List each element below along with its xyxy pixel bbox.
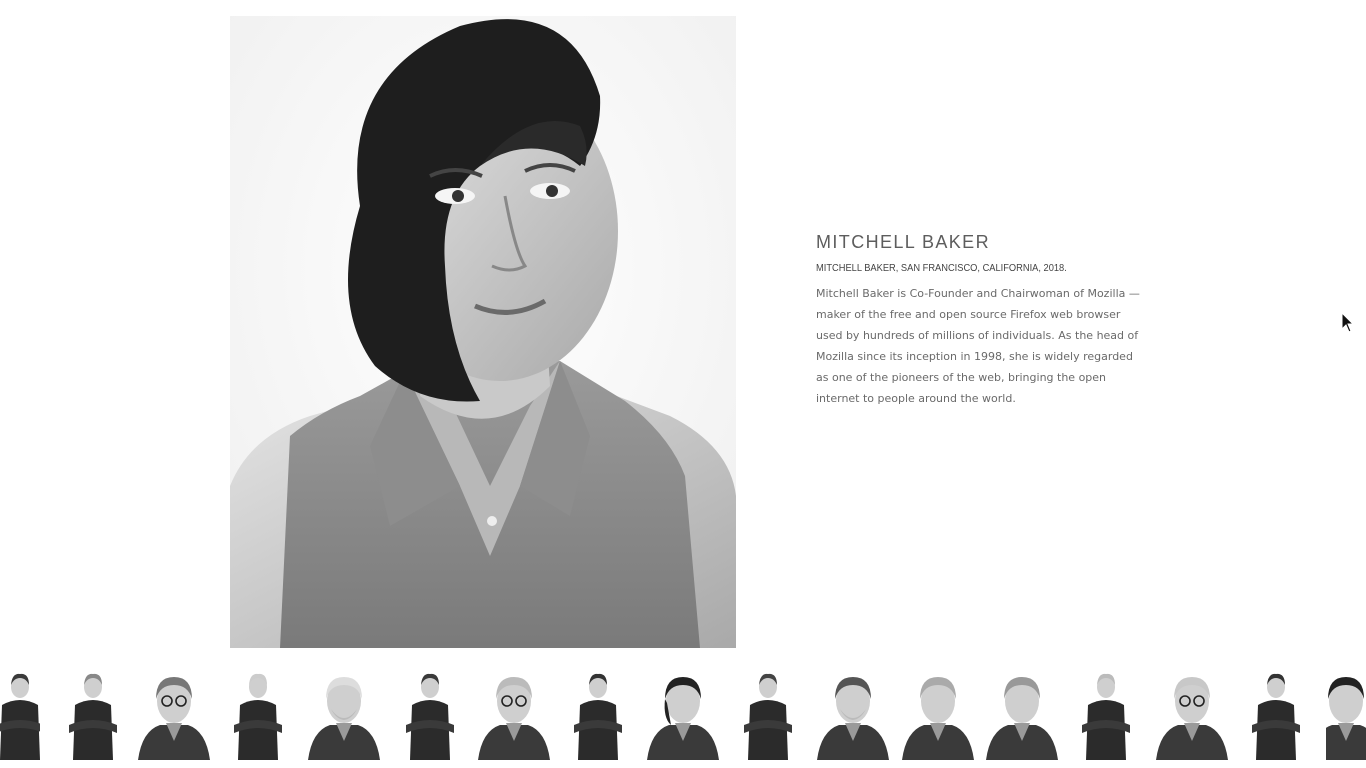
portrait-illustration <box>230 16 736 648</box>
portrait-thumb-17[interactable] <box>1326 663 1366 760</box>
portrait-thumb-15[interactable] <box>1154 663 1230 760</box>
portrait-thumb-12[interactable] <box>900 663 976 760</box>
thumbnail-portrait-illustration <box>136 663 212 760</box>
thumbnail-portrait-illustration <box>392 663 468 760</box>
portrait-thumb-7[interactable] <box>476 663 552 760</box>
profile-name: MITCHELL BAKER <box>816 232 990 252</box>
thumbnail-portrait-illustration <box>645 663 721 760</box>
portrait-thumb-14[interactable] <box>1068 663 1144 760</box>
photo-caption: MITCHELL BAKER, SAN FRANCISCO, CALIFORNI… <box>816 263 1067 274</box>
thumbnail-portrait-illustration <box>562 663 634 760</box>
thumbnail-portrait-illustration <box>1326 663 1366 760</box>
thumbnail-portrait-illustration <box>730 663 806 760</box>
thumbnail-portrait-illustration <box>476 663 552 760</box>
mouse-cursor-icon <box>1341 312 1355 333</box>
thumbnail-portrait-illustration <box>900 663 976 760</box>
portrait-thumb-3[interactable] <box>136 663 212 760</box>
thumbnail-portrait-illustration <box>1238 663 1314 760</box>
portrait-thumb-1[interactable] <box>0 663 40 760</box>
portrait-thumb-10[interactable] <box>730 663 806 760</box>
thumbnail-portrait-illustration <box>984 663 1060 760</box>
portrait-thumb-2[interactable] <box>58 663 128 760</box>
thumbnail-portrait-illustration <box>815 663 891 760</box>
portrait-thumb-6[interactable] <box>392 663 468 760</box>
portrait-thumb-9[interactable] <box>645 663 721 760</box>
portrait-thumb-16[interactable] <box>1238 663 1314 760</box>
thumbnail-portrait-illustration <box>0 663 40 760</box>
profile-bio: Mitchell Baker is Co-Founder and Chairwo… <box>816 287 1140 405</box>
thumbnail-portrait-illustration <box>1154 663 1230 760</box>
thumbnail-portrait-illustration <box>1068 663 1144 760</box>
portrait-thumbnail-strip <box>0 663 1366 768</box>
main-portrait-photo <box>230 16 736 648</box>
portrait-thumb-5[interactable] <box>306 663 382 760</box>
thumbnail-portrait-illustration <box>306 663 382 760</box>
portrait-thumb-4[interactable] <box>222 663 294 760</box>
portrait-thumb-11[interactable] <box>815 663 891 760</box>
profile-info: MITCHELL BAKER MITCHELL BAKER, SAN FRANC… <box>816 232 1146 409</box>
portrait-thumb-13[interactable] <box>984 663 1060 760</box>
thumbnail-portrait-illustration <box>58 663 128 760</box>
portrait-thumb-8[interactable] <box>562 663 634 760</box>
thumbnail-portrait-illustration <box>222 663 294 760</box>
